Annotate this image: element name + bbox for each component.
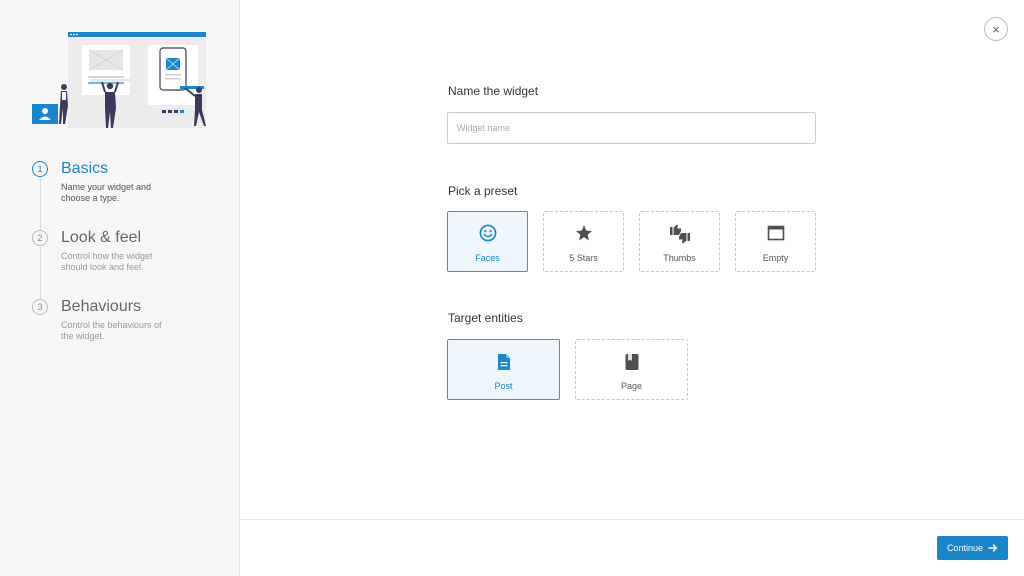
preset-thumbs-card[interactable]: Thumbs	[639, 211, 720, 272]
star-icon	[544, 224, 623, 242]
step-basics[interactable]: 1 Basics Name your widget and choose a t…	[32, 160, 232, 230]
step-connector	[40, 178, 41, 230]
step-title: Behaviours	[61, 298, 142, 315]
preset-label: 5 Stars	[569, 253, 598, 263]
preset-label: Thumbs	[663, 253, 696, 263]
document-icon	[448, 353, 559, 371]
step-behaviours[interactable]: 3 Behaviours Control the behaviours of t…	[32, 298, 232, 367]
step-number: 3	[32, 299, 48, 315]
step-number: 1	[32, 161, 48, 177]
entity-label: Post	[494, 381, 513, 391]
continue-label: Continue	[946, 543, 984, 553]
thumbs-icon	[640, 224, 719, 244]
widget-name-input[interactable]	[447, 112, 816, 144]
entity-page-card[interactable]: Page	[575, 339, 688, 400]
step-look-and-feel[interactable]: 2 Look & feel Control how the widget sho…	[32, 229, 232, 299]
step-description: Control the behaviours of the widget.	[61, 320, 162, 341]
step-title: Basics	[61, 160, 109, 177]
arrow-right-icon	[988, 544, 998, 552]
entity-label: Page	[620, 381, 643, 391]
preset-faces-card[interactable]: Faces	[447, 211, 528, 272]
book-icon	[576, 353, 687, 371]
preset-label: Empty	[762, 253, 789, 263]
close-icon: ×	[992, 21, 1000, 37]
step-title: Look & feel	[61, 229, 142, 246]
preset-5-stars-card[interactable]: 5 Stars	[543, 211, 624, 272]
preset-empty-card[interactable]: Empty	[735, 211, 816, 272]
preset-label: Faces	[475, 253, 500, 263]
sidebar: 1 Basics Name your widget and choose a t…	[0, 0, 240, 576]
name-widget-label: Name the widget	[448, 84, 539, 98]
step-connector	[40, 247, 41, 299]
step-description: Control how the widget should look and f…	[61, 251, 153, 272]
pick-preset-label: Pick a preset	[448, 184, 518, 198]
target-entities-label: Target entities	[448, 311, 523, 325]
onboarding-illustration	[32, 32, 206, 128]
empty-window-icon	[736, 224, 815, 242]
steps-list: 1 Basics Name your widget and choose a t…	[32, 160, 232, 367]
smiley-face-icon	[448, 224, 527, 242]
step-description: Name your widget and choose a type.	[61, 182, 152, 203]
close-button[interactable]: ×	[984, 17, 1008, 41]
entity-post-card[interactable]: Post	[447, 339, 560, 400]
footer-divider	[240, 519, 1024, 520]
continue-button[interactable]: Continue	[937, 536, 1008, 560]
step-number: 2	[32, 230, 48, 246]
